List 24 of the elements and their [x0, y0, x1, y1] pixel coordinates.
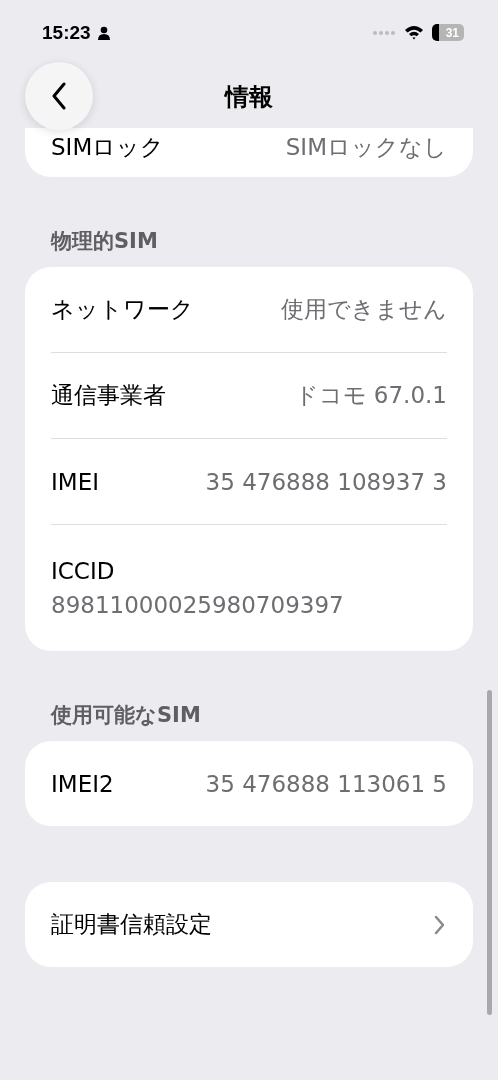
status-time: 15:23	[42, 21, 91, 44]
back-icon	[51, 82, 67, 110]
row-label: ネットワーク	[51, 295, 194, 324]
row-value: 35 476888 108937 3	[205, 468, 447, 495]
row-label: IMEI	[51, 468, 99, 495]
row-value: SIMロックなし	[285, 133, 447, 162]
row-label: IMEI2	[51, 770, 114, 797]
battery-icon: 31	[432, 24, 464, 41]
wifi-icon	[404, 25, 424, 40]
person-icon	[96, 25, 111, 40]
row-value: 89811000025980709397	[51, 592, 345, 618]
row-value: 35 476888 113061 5	[205, 770, 447, 797]
row-label: SIMロック	[51, 133, 165, 162]
section-header: 使用可能なSIM	[49, 702, 202, 729]
certificate-trust-row[interactable]: 証明書信頼設定	[25, 882, 473, 967]
chevron-icon	[434, 914, 445, 935]
back-button[interactable]	[25, 62, 93, 130]
row-label: 通信事業者	[51, 381, 166, 410]
row-value: 使用できません	[281, 295, 447, 324]
row-value: ドコモ 67.0.1	[294, 381, 447, 410]
section-header: 物理的SIM	[49, 228, 159, 255]
nav-title: 情報	[225, 81, 273, 113]
signal-dots-icon	[372, 29, 396, 36]
row-label: ICCID	[51, 558, 116, 584]
